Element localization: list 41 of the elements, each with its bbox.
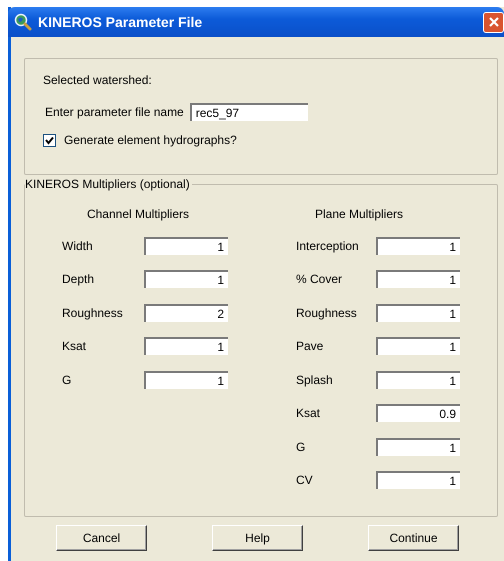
checkbox-label: Generate element hydrographs? xyxy=(64,133,237,147)
dialog-button[interactable]: Cancel xyxy=(56,525,147,551)
multiplier-field[interactable]: 1 xyxy=(376,337,460,356)
multiplier-field[interactable]: 1 xyxy=(376,438,460,456)
field-label: Depth xyxy=(62,272,96,286)
multiplier-field[interactable]: 2 xyxy=(144,304,228,322)
group-title: KINEROS Multipliers (optional) xyxy=(25,177,192,191)
field-label: Roughness xyxy=(296,306,358,320)
multiplier-field[interactable]: 0.9 xyxy=(376,404,460,422)
selected-watershed-label: Selected watershed: xyxy=(43,73,152,87)
multiplier-field[interactable]: 1 xyxy=(376,471,460,490)
multiplier-field[interactable]: 1 xyxy=(144,270,228,288)
field-label: Ksat xyxy=(62,339,88,354)
multiplier-field[interactable]: 1 xyxy=(376,370,460,389)
multiplier-field[interactable]: 1 xyxy=(376,304,460,322)
field-label: Pave xyxy=(296,339,324,354)
multiplier-field[interactable]: 1 xyxy=(376,236,460,255)
column-heading: Channel Multipliers xyxy=(86,207,190,221)
field-label: Ksat xyxy=(296,406,322,420)
file-name-field[interactable]: rec5_97 xyxy=(190,103,308,121)
column-heading: Plane Multipliers xyxy=(314,207,404,221)
field-label: Interception xyxy=(296,238,360,253)
checkbox[interactable] xyxy=(43,134,56,146)
field-label: Splash xyxy=(296,372,334,387)
multiplier-field[interactable]: 1 xyxy=(144,337,228,356)
field-label: Roughness xyxy=(62,306,124,320)
close-button[interactable] xyxy=(483,12,504,32)
field-label: Width xyxy=(62,238,94,253)
close-icon xyxy=(488,16,500,28)
field-label: G xyxy=(296,440,306,454)
window-title: KINEROS Parameter File xyxy=(38,14,204,30)
field-label: G xyxy=(62,372,72,387)
dialog-button[interactable]: Continue xyxy=(368,525,459,551)
dialog-button[interactable]: Help xyxy=(212,525,303,551)
field-label: % Cover xyxy=(296,272,344,286)
multiplier-field[interactable]: 1 xyxy=(144,236,228,255)
multiplier-field[interactable]: 1 xyxy=(144,370,228,389)
globe-magnifier-icon xyxy=(14,13,32,31)
file-name-label: Enter parameter file name xyxy=(45,105,184,119)
field-label: CV xyxy=(296,473,314,488)
multiplier-field[interactable]: 1 xyxy=(376,270,460,288)
